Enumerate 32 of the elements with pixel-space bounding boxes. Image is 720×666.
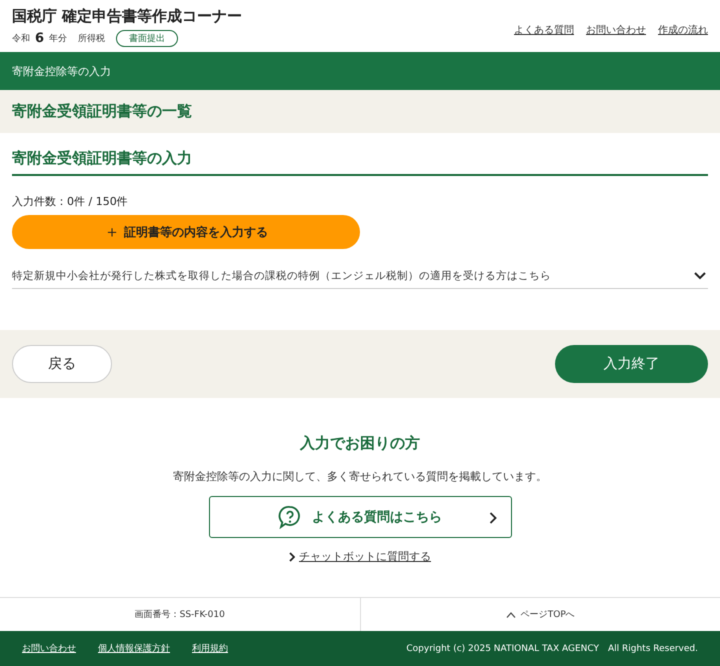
finish-button[interactable]: 入力終了	[555, 345, 708, 383]
chevron-right-icon	[488, 512, 496, 524]
chevron-down-icon	[694, 272, 706, 280]
page-title: 寄附金受領証明書等の一覧	[12, 102, 192, 121]
page-top-link[interactable]: ページTOPへ	[506, 608, 575, 621]
faq-button[interactable]: よくある質問はこちら	[208, 496, 512, 538]
year-number: 6	[35, 31, 44, 46]
tax-type: 所得税	[78, 32, 106, 45]
section-title: 寄附金控除等の入力	[12, 64, 111, 78]
back-button[interactable]: 戻る	[12, 345, 112, 383]
chevron-right-icon	[289, 552, 295, 562]
site-title: 国税庁 確定申告書等作成コーナー	[12, 7, 242, 26]
era-label: 令和	[12, 32, 30, 45]
caret-up-icon	[506, 612, 516, 618]
footer-link[interactable]: お問い合わせ	[22, 642, 76, 655]
section-heading: 寄附金受領証明書等の入力	[12, 149, 708, 176]
year-suffix: 年分	[49, 32, 68, 45]
footer-link[interactable]: 利用規約	[192, 642, 228, 655]
help-heading: 入力でお困りの方	[300, 434, 420, 453]
footer-link[interactable]: 個人情報保護方針	[98, 642, 170, 655]
accordion-toggle[interactable]: 特定新規中小会社が発行した株式を取得した場合の課税の特例（エンジェル税制）の適用を受ける方はこちら	[12, 269, 708, 289]
header-link[interactable]: お問い合わせ	[586, 23, 646, 37]
copyright-text: Copyright (c) 2025 NATIONAL TAX AGENCY All Rights Reserved.	[406, 643, 698, 655]
question-bubble-icon	[278, 505, 302, 529]
help-text: 寄附金控除等の入力に関して、多く寄せられている質問を掲載しています。	[173, 469, 547, 484]
submission-badge: 書面提出	[116, 30, 178, 47]
screen-id: 画面番号：SS-FK-010	[134, 608, 225, 621]
add-certificate-button[interactable]: ＋ 証明書等の内容を入力する	[12, 215, 360, 249]
header-link[interactable]: 作成の流れ	[658, 23, 708, 37]
header-link[interactable]: よくある質問	[514, 23, 574, 37]
input-count: 入力件数：0件 / 150件	[12, 194, 129, 209]
chatbot-link[interactable]: チャットボットに質問する	[299, 549, 431, 564]
